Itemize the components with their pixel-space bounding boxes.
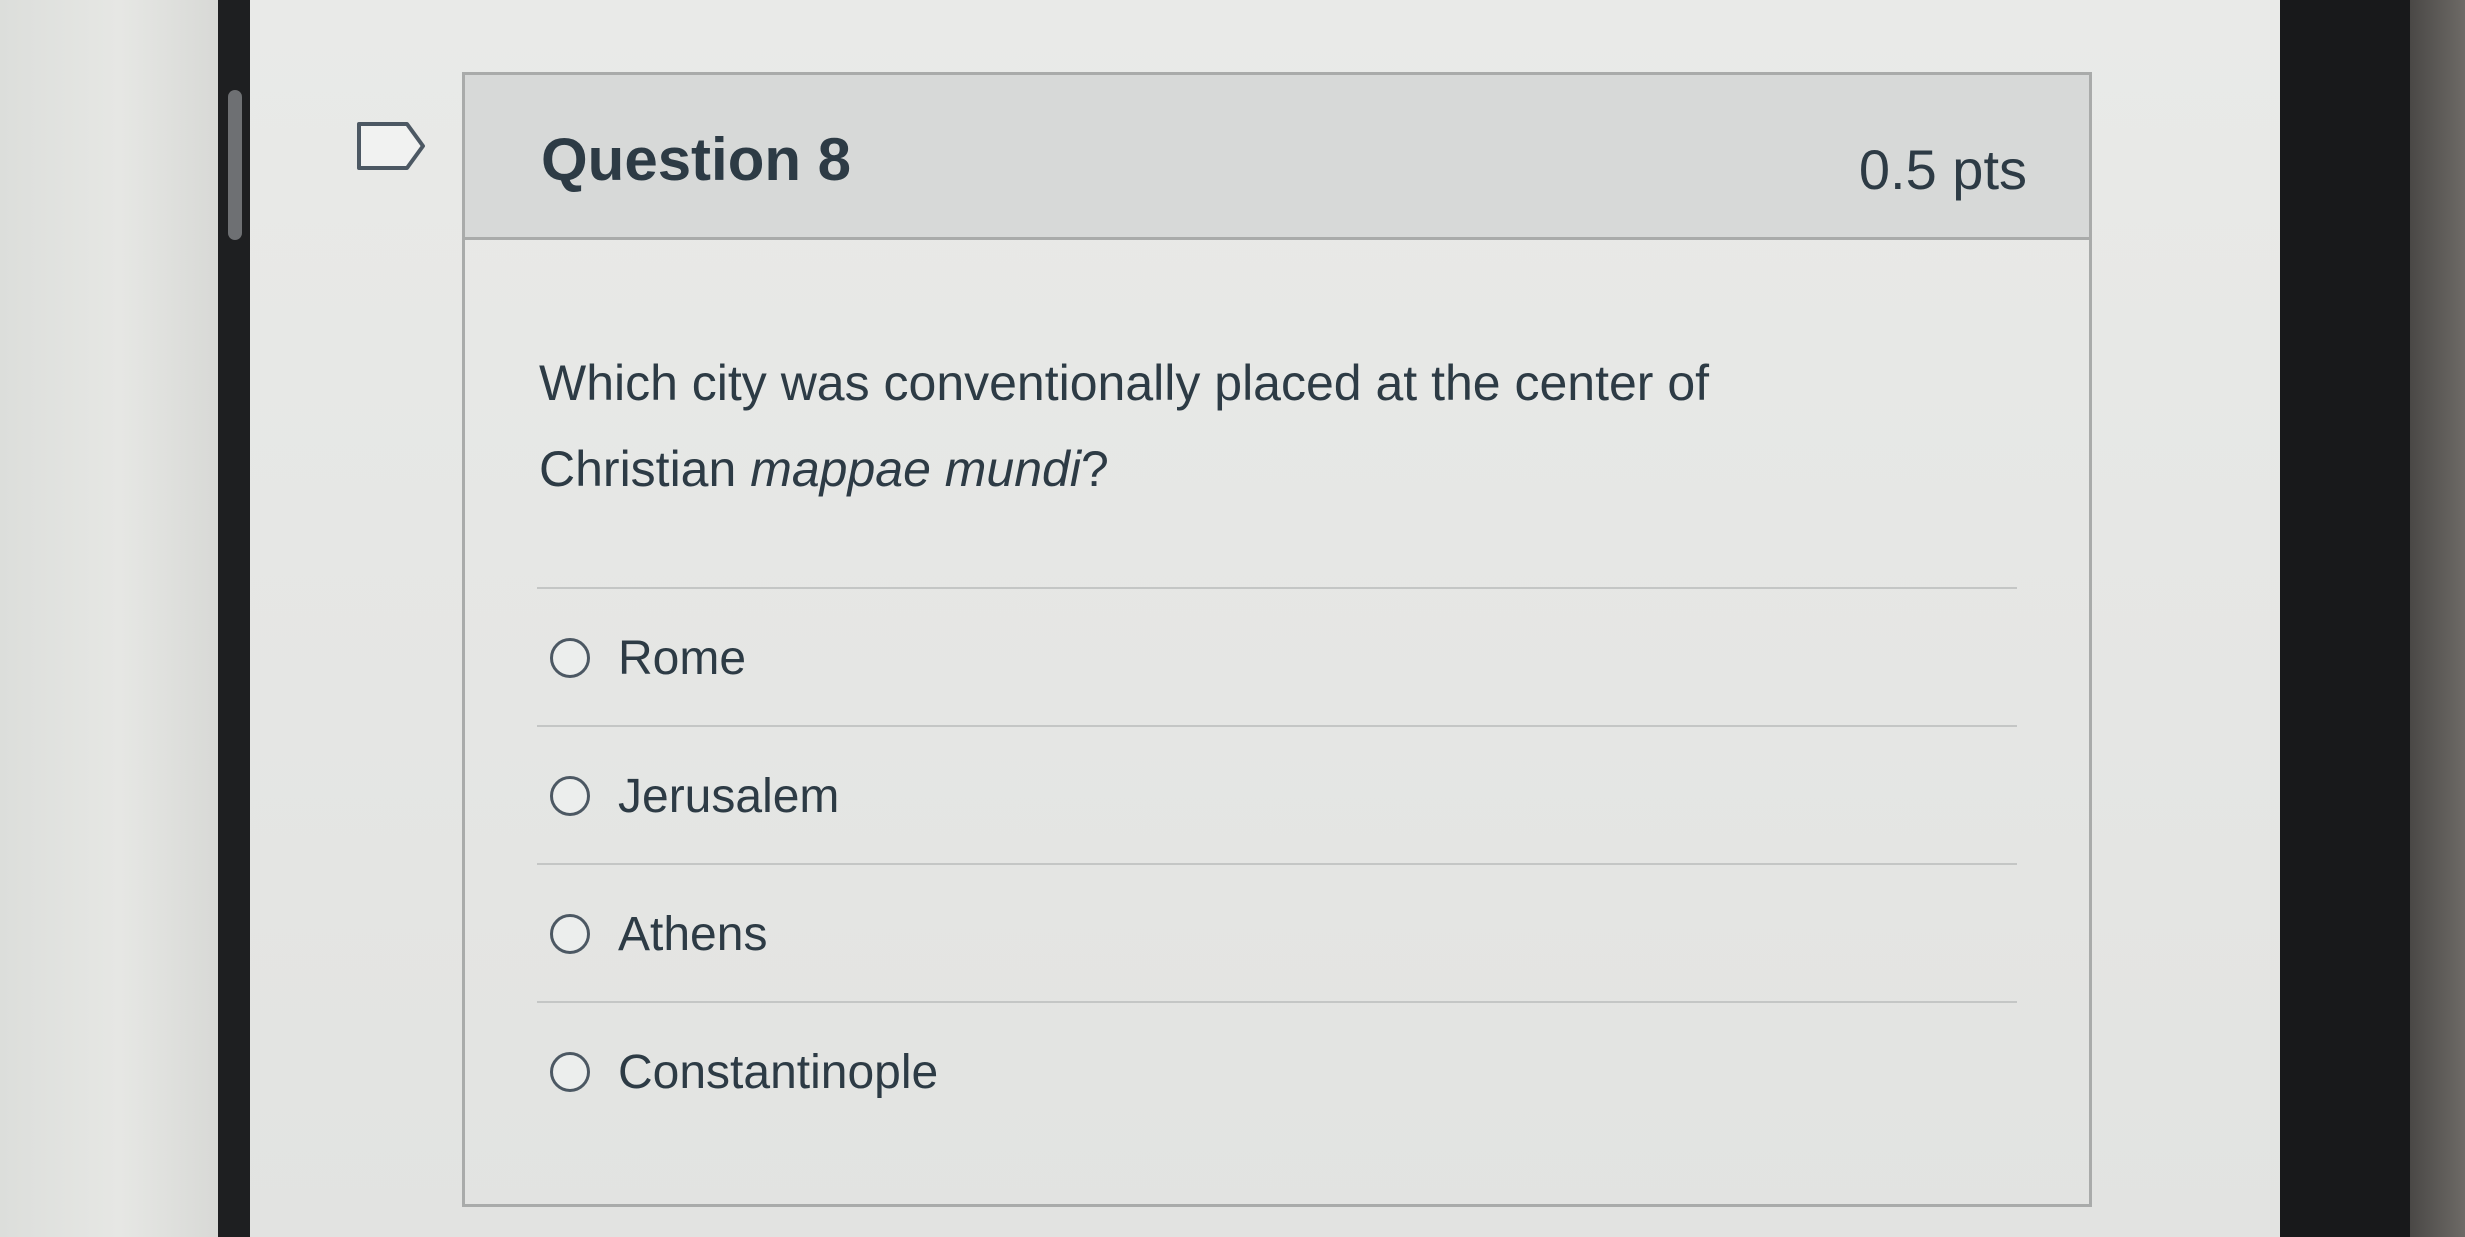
answer-option-athens[interactable]: Athens: [550, 899, 767, 969]
answer-option-rome[interactable]: Rome: [550, 623, 746, 693]
question-card: Question 8 0.5 pts Which city was conven…: [462, 72, 2092, 1207]
answer-option-jerusalem[interactable]: Jerusalem: [550, 761, 839, 831]
question-title: Question 8: [541, 126, 852, 193]
answer-divider: [537, 587, 2017, 589]
question-text-main: Which city was conventionally placed at …: [539, 355, 1710, 497]
radio-empty-icon[interactable]: [550, 638, 590, 678]
monitor-edge: [2410, 0, 2465, 1237]
answer-divider: [537, 1001, 2017, 1003]
question-text-end: ?: [1080, 441, 1109, 497]
answer-label: Jerusalem: [618, 769, 840, 823]
answer-divider: [537, 725, 2017, 727]
background-surface: [0, 0, 218, 1237]
flag-question-icon[interactable]: [355, 120, 427, 172]
radio-empty-icon[interactable]: [550, 1052, 590, 1092]
radio-empty-icon[interactable]: [550, 914, 590, 954]
question-points: 0.5 pts: [1858, 138, 2027, 201]
answer-label: Athens: [618, 907, 768, 961]
monitor-bezel-right: [2280, 0, 2410, 1237]
question-text-italic: mappae mundi: [750, 441, 1081, 497]
radio-empty-icon[interactable]: [550, 776, 590, 816]
answer-option-constantinople[interactable]: Constantinople: [550, 1037, 938, 1107]
answer-divider: [537, 863, 2017, 865]
question-text: Which city was conventionally placed at …: [539, 340, 1919, 512]
answer-label: Rome: [618, 631, 747, 685]
answer-label: Constantinople: [618, 1045, 939, 1099]
question-header: Question 8 0.5 pts: [465, 75, 2089, 240]
scrollbar[interactable]: [228, 90, 242, 240]
